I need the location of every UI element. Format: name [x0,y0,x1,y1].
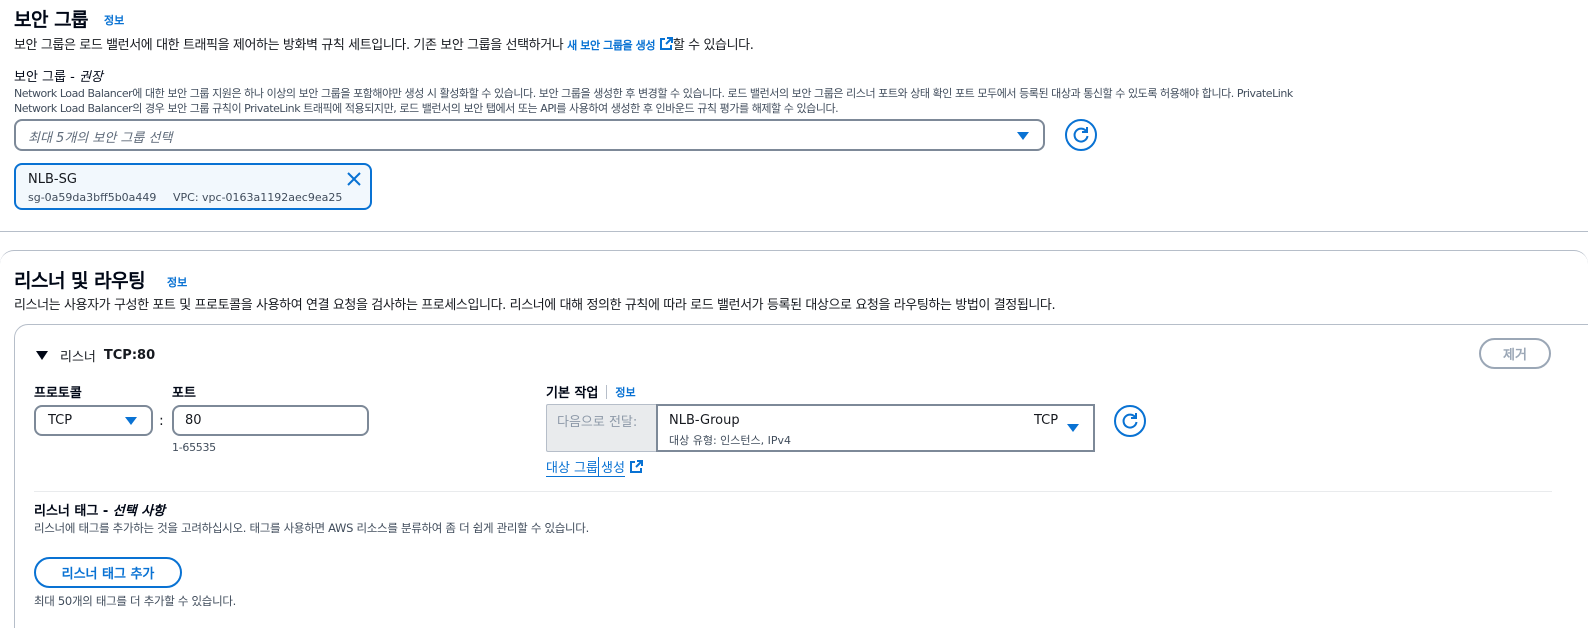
listener-header-name: TCP:80 [103,348,156,363]
token-id: sg-0a59da3bff5b0a449 [28,191,157,204]
default-action-header: 기본 작업 정보 [546,382,636,401]
default-action-info-link[interactable]: 정보 [615,384,635,400]
add-listener-tag-button[interactable]: 리스너 태그 추가 [34,557,182,588]
security-groups-title: 보안 그룹 [14,9,89,31]
forward-to-label: 다음으로 전달: [557,415,638,430]
token-name: NLB-SG [28,172,77,187]
listener-tags-description: 리스너에 태그를 추가하는 것을 고려하십시오. 태그를 사용하면 AWS 리소… [34,521,589,535]
target-group-protocol: TCP [1034,413,1059,428]
port-label: 포트 [172,386,196,401]
external-link-icon [629,460,643,473]
security-groups-description: 보안 그룹은 로드 밸런서에 대한 트래픽을 제어하는 방화벽 규칙 세트입니다… [14,36,754,55]
forward-to-label-box: 다음으로 전달: [546,404,657,452]
port-input[interactable]: 80 [172,405,369,436]
listener-tags-hint: 최대 50개의 태그를 더 추가할 수 있습니다. [34,594,237,608]
listener-header-prefix: 리스너 [60,350,96,365]
protocol-label: 프로토콜 [34,386,82,401]
target-group-select[interactable]: NLB-Group 대상 유형: 인스턴스, IPv4 TCP [656,404,1095,452]
listener-tags-divider [34,491,1552,492]
security-groups-field-description-2: Network Load Balancer의 경우 보안 그룹 규칙이 Priv… [14,102,839,115]
create-security-group-link[interactable]: 새 보안 그룹을 생성 [567,39,655,52]
security-groups-select-placeholder: 최대 5개의 보안 그룹 선택 [28,131,173,146]
refresh-icon [1073,127,1089,143]
security-groups-field-description-1: Network Load Balancer에 대한 보안 그룹 지원은 하나 이… [14,87,1293,100]
listeners-description: 리스너는 사용자가 구성한 포트 및 프로토콜을 사용하여 연결 요청을 검사하… [14,298,1056,313]
security-groups-info-link[interactable]: 정보 [104,12,124,28]
port-hint: 1-65535 [172,441,216,454]
caret-down-icon [125,417,137,425]
listeners-info-link[interactable]: 정보 [167,274,187,290]
security-group-token: NLB-SG sg-0a59da3bff5b0a449 VPC: vpc-016… [14,163,372,210]
listener-expand-toggle[interactable]: 리스너 TCP:80 [36,346,155,365]
protocol-select[interactable]: TCP [34,405,153,436]
listeners-title: 리스너 및 라우팅 [14,270,146,292]
caret-down-filled-icon [36,350,48,360]
listener-container [14,324,1588,628]
remove-listener-button[interactable]: 제거 [1479,338,1551,369]
close-icon [347,172,361,186]
target-group-detail: 대상 유형: 인스턴스, IPv4 [669,434,792,447]
token-vpc: VPC: vpc-0163a1192aec9ea25 [173,191,343,204]
protocol-port-separator: : [159,413,164,429]
caret-down-icon [1017,132,1029,140]
refresh-target-groups-button[interactable] [1114,405,1146,437]
security-groups-select[interactable]: 최대 5개의 보안 그룹 선택 [14,119,1045,151]
listeners-section-divider [0,250,1588,270]
default-action-label: 기본 작업 [546,386,599,401]
remove-token-button[interactable] [346,171,362,191]
header-divider [606,384,608,399]
create-target-group-link[interactable]: 대상 그룹 생성 [546,457,643,477]
protocol-select-value: TCP [48,413,73,428]
listener-tags-label: 리스너 태그 - 선택 사항 [34,504,166,519]
port-input-value: 80 [185,413,202,428]
caret-down-icon [1067,424,1079,432]
refresh-security-groups-button[interactable] [1065,119,1097,151]
security-groups-field-label: 보안 그룹 - 권장 [14,70,103,85]
refresh-icon [1122,413,1138,429]
external-link-icon[interactable] [659,36,673,55]
target-group-name: NLB-Group [669,413,740,428]
